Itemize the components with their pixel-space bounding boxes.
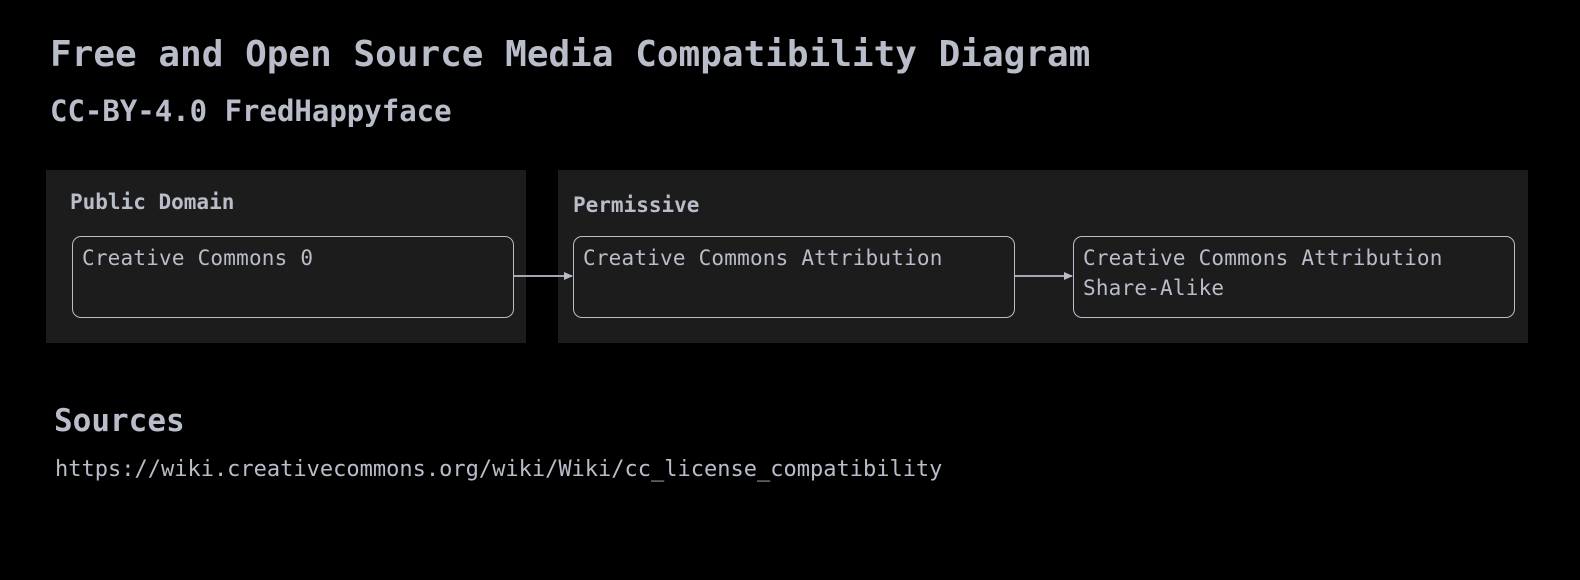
node-creative-commons-attribution: Creative Commons Attribution [573, 236, 1015, 318]
sources-link[interactable]: https://wiki.creativecommons.org/wiki/Wi… [55, 457, 942, 482]
node-creative-commons-attribution-share-alike: Creative Commons Attribution Share-Alike [1073, 236, 1515, 318]
page-subtitle: CC-BY-4.0 FredHappyface [50, 94, 452, 128]
sources-heading: Sources [54, 403, 185, 439]
group-label-public-domain: Public Domain [70, 190, 235, 214]
page-title: Free and Open Source Media Compatibility… [50, 34, 1091, 75]
node-creative-commons-0: Creative Commons 0 [72, 236, 514, 318]
group-label-permissive: Permissive [573, 193, 700, 217]
